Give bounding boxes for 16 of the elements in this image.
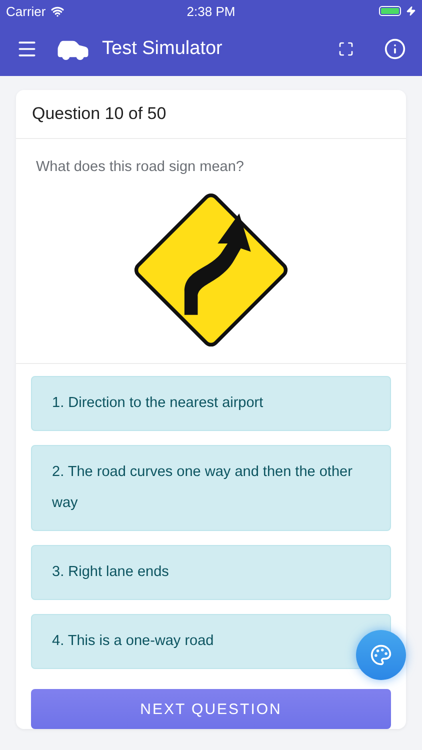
answer-option[interactable]: 4. This is a one-way road: [31, 614, 391, 669]
charging-icon: [406, 6, 416, 16]
question-counter: Question 10 of 50: [16, 90, 406, 139]
answer-option[interactable]: 1. Direction to the nearest airport: [31, 376, 391, 431]
next-question-button[interactable]: NEXT QUESTION: [31, 689, 391, 729]
fullscreen-button[interactable]: [338, 41, 354, 57]
status-time: 2:38 PM: [186, 4, 236, 18]
question-text: What does this road sign mean?: [36, 159, 244, 175]
wifi-icon: [50, 4, 64, 18]
info-button[interactable]: [384, 38, 406, 60]
answer-option[interactable]: 2. The road curves one way and then the other way: [31, 445, 391, 531]
answer-option[interactable]: 3. Right lane ends: [31, 545, 391, 600]
carrier-name: Carrier: [6, 4, 46, 18]
palette-icon: [370, 644, 392, 666]
battery-icon: [378, 6, 401, 16]
app-title: Test Simulator: [102, 38, 224, 60]
